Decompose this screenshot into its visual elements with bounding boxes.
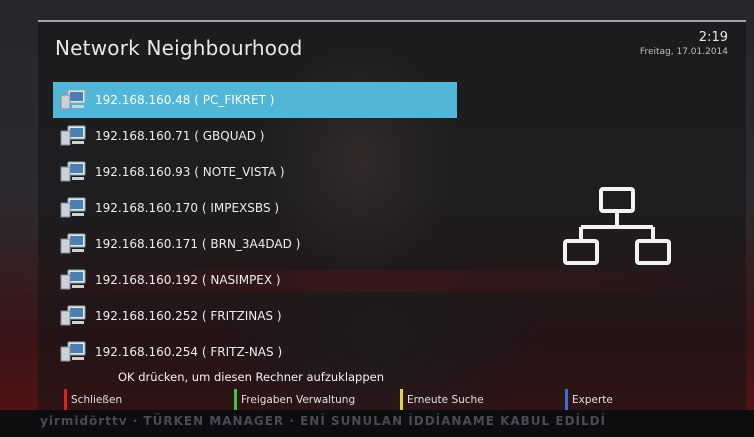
host-item[interactable]: 192.168.160.48 ( PC_FIKRET ) [53, 82, 457, 118]
yellow-key-indicator [400, 389, 403, 411]
host-item[interactable]: 192.168.160.170 ( IMPEXSBS ) [53, 190, 457, 226]
close-button-label: Schließen [71, 394, 123, 406]
rescan-button-label: Erneute Suche [407, 394, 484, 406]
computer-icon [59, 161, 87, 183]
clock-date: Freitag, 17.01.2014 [639, 47, 728, 57]
shares-management-button[interactable]: Freigaben Verwaltung [234, 388, 355, 412]
color-button-bar: Schließen Freigaben Verwaltung Erneute S… [60, 388, 740, 412]
expert-button[interactable]: Experte [565, 388, 613, 412]
close-button[interactable]: Schließen [64, 388, 122, 412]
page-title: Network Neighbourhood [55, 36, 303, 60]
tv-screen: Network Neighbourhood 2:19 Freitag, 17.0… [0, 0, 754, 437]
clock-time: 2:19 [698, 30, 728, 45]
computer-icon [59, 341, 87, 363]
host-label: 192.168.160.71 ( GBQUAD ) [95, 129, 265, 143]
computer-icon [59, 233, 87, 255]
host-label: 192.168.160.48 ( PC_FIKRET ) [95, 93, 275, 107]
computer-icon [59, 305, 87, 327]
computer-icon [59, 89, 87, 111]
host-item[interactable]: 192.168.160.171 ( BRN_3A4DAD ) [53, 226, 457, 262]
host-item[interactable]: 192.168.160.252 ( FRITZINAS ) [53, 298, 457, 334]
green-key-indicator [234, 389, 237, 411]
blue-key-indicator [565, 389, 568, 411]
hint-text: OK drücken, um diesen Rechner aufzuklapp… [118, 370, 385, 384]
host-label: 192.168.160.192 ( NASIMPEX ) [95, 273, 281, 287]
host-label: 192.168.160.170 ( IMPEXSBS ) [95, 201, 280, 215]
host-item[interactable]: 192.168.160.71 ( GBQUAD ) [53, 118, 457, 154]
computer-icon [59, 125, 87, 147]
news-ticker: yirmidörttv · TÜRKEN MANAGER · ENİ SUNUL… [0, 410, 754, 437]
network-icon [563, 187, 671, 265]
host-item[interactable]: 192.168.160.254 ( FRITZ-NAS ) [53, 334, 457, 370]
host-label: 192.168.160.252 ( FRITZINAS ) [95, 309, 282, 323]
host-label: 192.168.160.171 ( BRN_3A4DAD ) [95, 237, 301, 251]
host-item[interactable]: 192.168.160.93 ( NOTE_VISTA ) [53, 154, 457, 190]
dialog-top-border [38, 20, 746, 22]
shares-management-button-label: Freigaben Verwaltung [241, 394, 356, 406]
host-item[interactable]: 192.168.160.192 ( NASIMPEX ) [53, 262, 457, 298]
rescan-button[interactable]: Erneute Suche [400, 388, 484, 412]
expert-button-label: Experte [572, 394, 613, 406]
ticker-text: yirmidörttv · TÜRKEN MANAGER · ENİ SUNUL… [40, 414, 607, 428]
computer-icon [59, 269, 87, 291]
red-key-indicator [64, 389, 67, 411]
host-label: 192.168.160.93 ( NOTE_VISTA ) [95, 165, 285, 179]
computer-icon [59, 197, 87, 219]
host-list: 192.168.160.48 ( PC_FIKRET ) 192.168.160… [53, 82, 457, 370]
host-label: 192.168.160.254 ( FRITZ-NAS ) [95, 345, 283, 359]
